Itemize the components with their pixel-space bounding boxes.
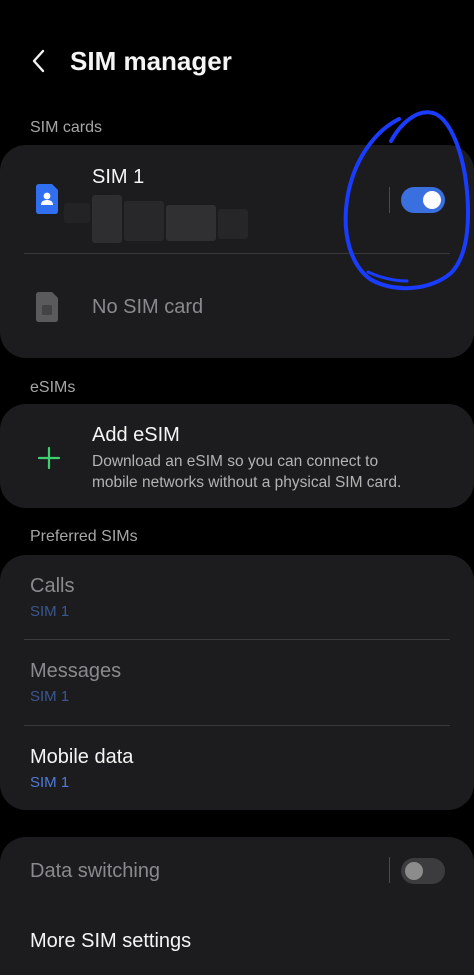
calls-row[interactable]: Calls SIM 1 — [0, 555, 474, 639]
preferred-sims-card: Calls SIM 1 Messages SIM 1 Mobile data S… — [0, 555, 474, 810]
mobile-data-value: SIM 1 — [30, 774, 70, 791]
sim2-label: No SIM card — [92, 296, 204, 318]
page-title: SIM manager — [70, 46, 232, 76]
redacted-number — [62, 193, 252, 249]
plus-icon — [37, 446, 61, 470]
sim-card-icon — [36, 184, 58, 214]
toggle-knob — [405, 862, 423, 880]
sim-card-empty-icon — [36, 292, 58, 322]
app-header: SIM manager — [0, 0, 474, 120]
section-label-preferred: Preferred SIMs — [30, 528, 138, 545]
section-label-esims: eSIMs — [30, 379, 76, 396]
data-switching-row: Data switching — [0, 837, 474, 905]
add-esim-desc-line1: Download an eSIM so you can connect to — [92, 453, 379, 470]
chevron-left-icon — [32, 49, 45, 73]
data-switching-label: Data switching — [30, 860, 161, 882]
calls-value: SIM 1 — [30, 603, 70, 620]
messages-row[interactable]: Messages SIM 1 — [0, 640, 474, 725]
add-esim-label: Add eSIM — [92, 424, 180, 446]
data-switching-toggle[interactable] — [401, 858, 445, 884]
sim1-label: SIM 1 — [92, 166, 145, 188]
more-sim-settings-row[interactable]: More SIM settings — [0, 905, 474, 975]
mobile-data-row[interactable]: Mobile data SIM 1 — [0, 726, 474, 810]
bottom-settings-card: Data switching More SIM settings — [0, 837, 474, 975]
messages-label: Messages — [30, 660, 122, 682]
messages-value: SIM 1 — [30, 688, 70, 705]
section-label-sim-cards: SIM cards — [30, 119, 103, 136]
back-button[interactable] — [22, 44, 56, 78]
toggle-separator — [389, 857, 390, 883]
more-sim-settings-label: More SIM settings — [30, 930, 192, 952]
esim-card[interactable]: Add eSIM Download an eSIM so you can con… — [0, 404, 474, 508]
calls-label: Calls — [30, 575, 75, 597]
mobile-data-label: Mobile data — [30, 746, 134, 768]
add-esim-desc-line2: mobile networks without a physical SIM c… — [92, 474, 402, 491]
annotation-circle-mark — [343, 110, 470, 291]
